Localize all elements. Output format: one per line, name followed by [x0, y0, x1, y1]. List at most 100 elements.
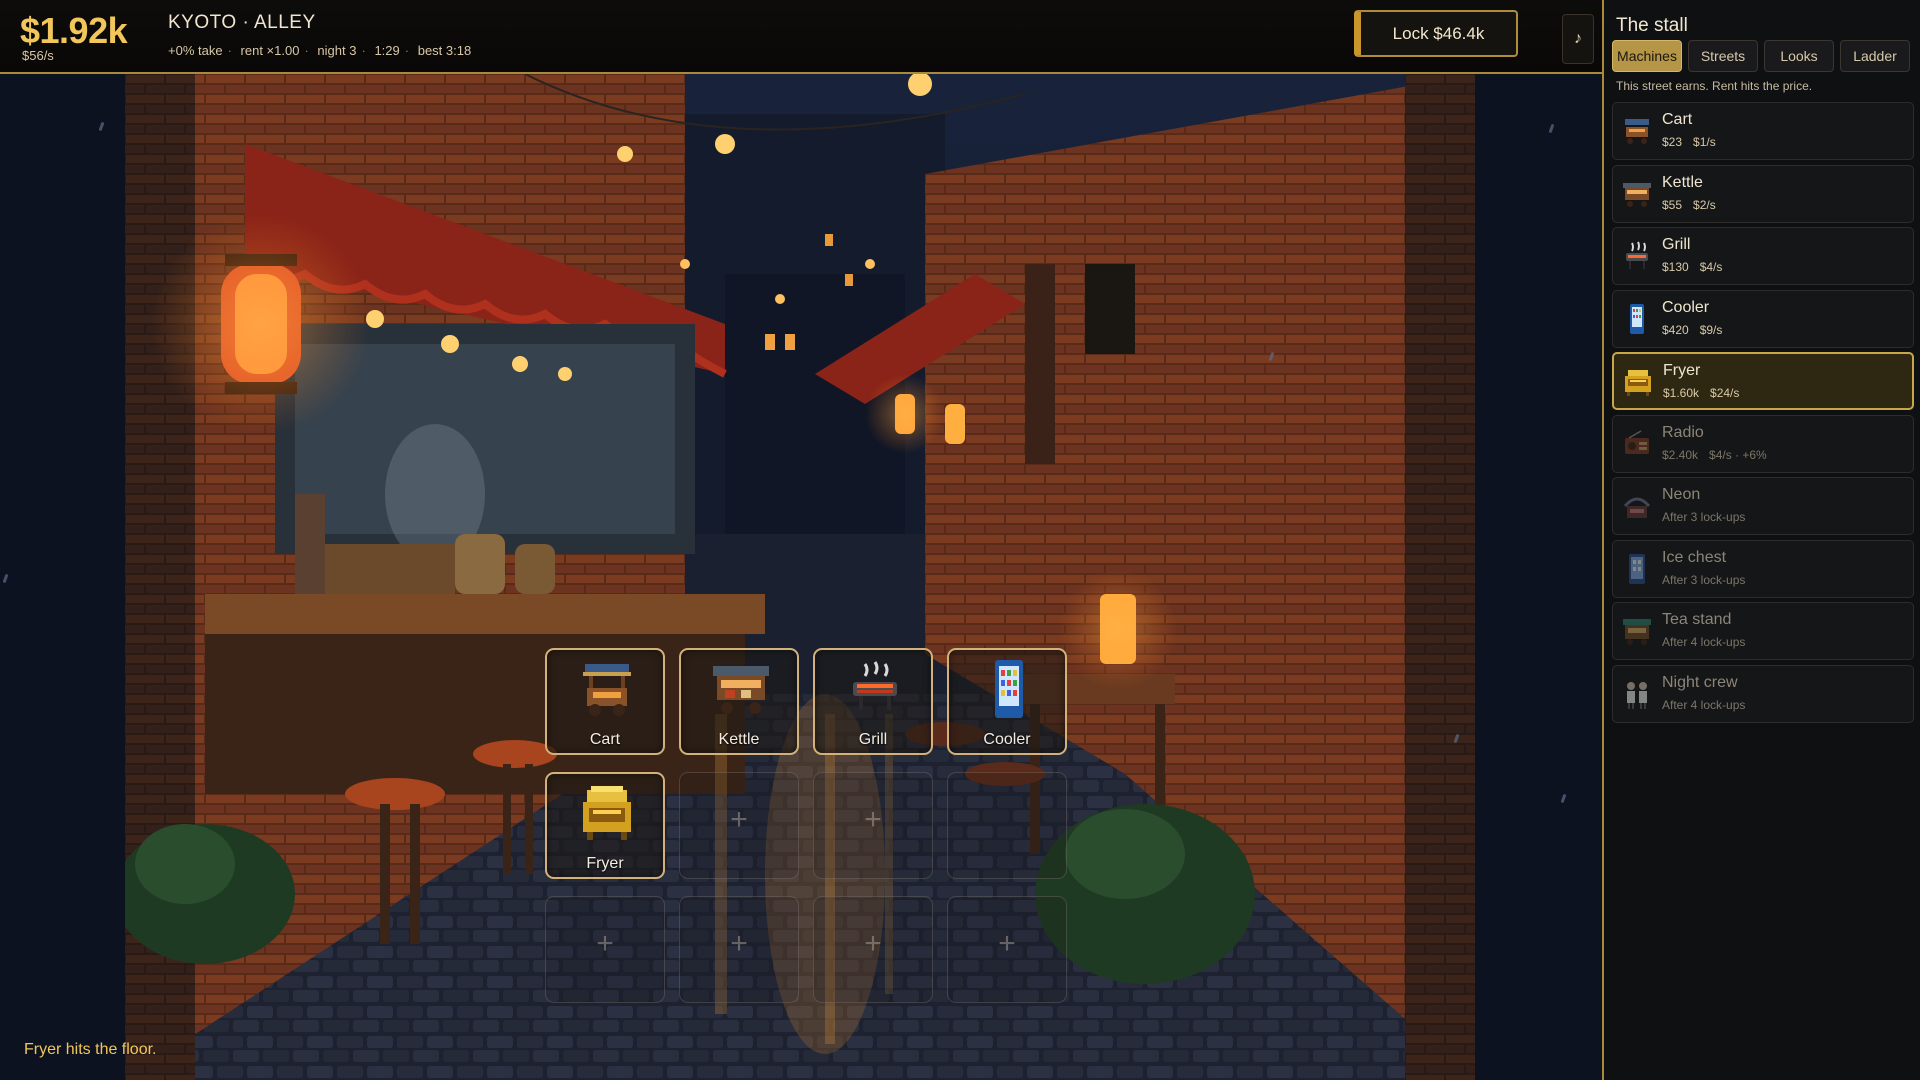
machine-name: Neon [1662, 486, 1701, 503]
empty-grid-slot[interactable]: + [813, 772, 933, 879]
machine-name: Tea stand [1662, 611, 1732, 628]
grid-slot-grill[interactable]: Grill [813, 648, 933, 755]
cooler-icon [1630, 303, 1644, 334]
add-slot-icon: + [730, 803, 748, 836]
machine-rate: $1/s [1693, 135, 1716, 149]
machine-meta: After 3 lock-ups [1662, 573, 1756, 587]
machine-meta: $130 $4/s [1662, 260, 1733, 274]
machine-meta: $55 $2/s [1662, 198, 1727, 212]
income-rate: $56/s [22, 48, 54, 63]
machine-unlock-requirement: After 3 lock-ups [1662, 572, 1746, 587]
machine-item-cooler[interactable]: Cooler $420 $9/s [1612, 289, 1914, 348]
grid-slot-label: Kettle [718, 731, 760, 748]
empty-grid-slot[interactable]: + [947, 896, 1067, 1003]
lock-button[interactable]: Lock $46.4k [1354, 10, 1518, 57]
tea-stand-icon [1623, 619, 1651, 645]
machine-item-neon[interactable]: Neon After 3 lock-ups [1612, 477, 1914, 535]
machine-price: $2.40k [1662, 447, 1699, 462]
cart-icon [1625, 119, 1649, 144]
machine-item-kettle[interactable]: Kettle $55 $2/s [1612, 164, 1914, 223]
machine-item-radio[interactable]: Radio $2.40k $4/s · +6% [1612, 414, 1914, 473]
cart-icon [583, 664, 631, 716]
add-slot-icon: + [730, 927, 748, 960]
ice-chest-icon [1629, 553, 1645, 584]
timer-stat: 1:29 [374, 43, 400, 58]
machine-price: $23 [1662, 135, 1683, 149]
empty-grid-slot[interactable] [947, 772, 1067, 879]
machine-price: $1.60k [1663, 386, 1700, 400]
empty-grid-slot[interactable]: + [679, 772, 799, 879]
machine-meta: After 4 lock-ups [1662, 635, 1756, 649]
machine-unlock-requirement: After 4 lock-ups [1662, 635, 1746, 649]
night-stat: night 3 [317, 43, 357, 58]
tab-streets[interactable]: Streets [1688, 40, 1758, 72]
machine-rate: $2/s [1693, 197, 1716, 212]
machine-name: Radio [1662, 423, 1704, 441]
machine-price: $420 [1662, 322, 1689, 337]
machine-item-grill[interactable]: Grill $130 $4/s [1612, 227, 1914, 285]
tab-ladder[interactable]: Ladder [1840, 40, 1910, 72]
machine-unlock-requirement: After 4 lock-ups [1662, 697, 1746, 712]
tab-machines[interactable]: Machines [1612, 40, 1682, 72]
machine-rate: $9/s [1699, 322, 1723, 337]
machine-unlock-requirement: After 3 lock-ups [1662, 510, 1746, 524]
machine-meta: $420 $9/s [1662, 323, 1733, 337]
machine-item-cart[interactable]: Cart $23 $1/s [1612, 102, 1914, 160]
machine-name: Night crew [1662, 673, 1738, 691]
panel-title: The stall [1616, 15, 1688, 36]
add-slot-icon: + [596, 927, 614, 960]
grid-slot-label: Fryer [586, 855, 624, 872]
machine-name: Cart [1662, 111, 1693, 128]
grid-slot-cooler[interactable]: Cooler [947, 648, 1067, 755]
machine-meta: After 3 lock-ups [1662, 510, 1756, 524]
grid-slot-kettle[interactable]: Kettle [679, 648, 799, 755]
machine-name: Cooler [1662, 298, 1710, 316]
night-crew-icon [1627, 681, 1647, 709]
machine-name: Ice chest [1662, 548, 1727, 566]
add-slot-icon: + [864, 803, 882, 836]
machine-rate: $4/s [1699, 260, 1723, 274]
machine-name: Fryer [1663, 362, 1701, 379]
neon-icon [1623, 497, 1651, 518]
fryer-icon [583, 786, 631, 840]
kettle-icon [1623, 182, 1651, 207]
top-bar: $1.92k $56/s KYOTO · ALLEY +0% take · ren… [0, 0, 1602, 74]
machine-item-tea-stand[interactable]: Tea stand After 4 lock-ups [1612, 602, 1914, 660]
take-stat: +0% take [168, 43, 223, 58]
machine-list: Cart $23 $1/s Kettle $55 $2/s Grill $130 $4… [1612, 102, 1914, 727]
machine-rate: $4/s · +6% [1709, 447, 1767, 462]
machine-item-ice-chest[interactable]: Ice chest After 3 lock-ups [1612, 539, 1914, 598]
tab-looks[interactable]: Looks [1764, 40, 1834, 72]
cooler-icon [995, 660, 1023, 718]
fryer-icon [1625, 370, 1651, 396]
machine-item-fryer[interactable]: Fryer $1.60k $24/s [1612, 352, 1914, 410]
machine-item-night-crew[interactable]: Night crew After 4 lock-ups [1612, 664, 1914, 723]
event-toast: Fryer hits the floor. [24, 1041, 157, 1058]
kettle-icon [713, 666, 769, 714]
empty-grid-slot[interactable]: + [679, 896, 799, 1003]
tab-hint: This street earns. Rent hits the price. [1616, 79, 1813, 93]
machine-name: Grill [1662, 236, 1691, 253]
radio-icon [1625, 429, 1649, 454]
machine-meta: $23 $1/s [1662, 135, 1727, 149]
empty-grid-slot[interactable]: + [545, 896, 665, 1003]
grid-slot-fryer[interactable]: Fryer [545, 772, 665, 879]
music-toggle-button[interactable]: ♪ [1562, 14, 1594, 64]
run-stats: +0% take · rent ×1.00 · night 3 · 1:29 · bes… [168, 43, 472, 58]
machine-price: $55 [1662, 197, 1683, 212]
machine-meta: $1.60k $24/s [1663, 386, 1750, 400]
stall-panel: The stall Machines Streets Looks Ladder … [1602, 0, 1920, 1080]
grid-slot-label: Cart [589, 731, 621, 748]
add-slot-icon: + [864, 927, 882, 960]
grid-slot-cart[interactable]: Cart [545, 648, 665, 755]
grill-icon [853, 661, 897, 710]
grid-slot-label: Grill [858, 731, 888, 748]
panel-tabs: Machines Streets Looks Ladder [1612, 40, 1910, 72]
alley-background-illustration [125, 74, 1475, 1080]
rent-stat: rent ×1.00 [240, 43, 300, 58]
add-slot-icon: + [998, 927, 1016, 960]
machine-meta: After 4 lock-ups [1662, 698, 1756, 712]
machine-rate: $24/s [1710, 386, 1740, 400]
grid-slot-label: Cooler [983, 731, 1031, 748]
empty-grid-slot[interactable]: + [813, 896, 933, 1003]
